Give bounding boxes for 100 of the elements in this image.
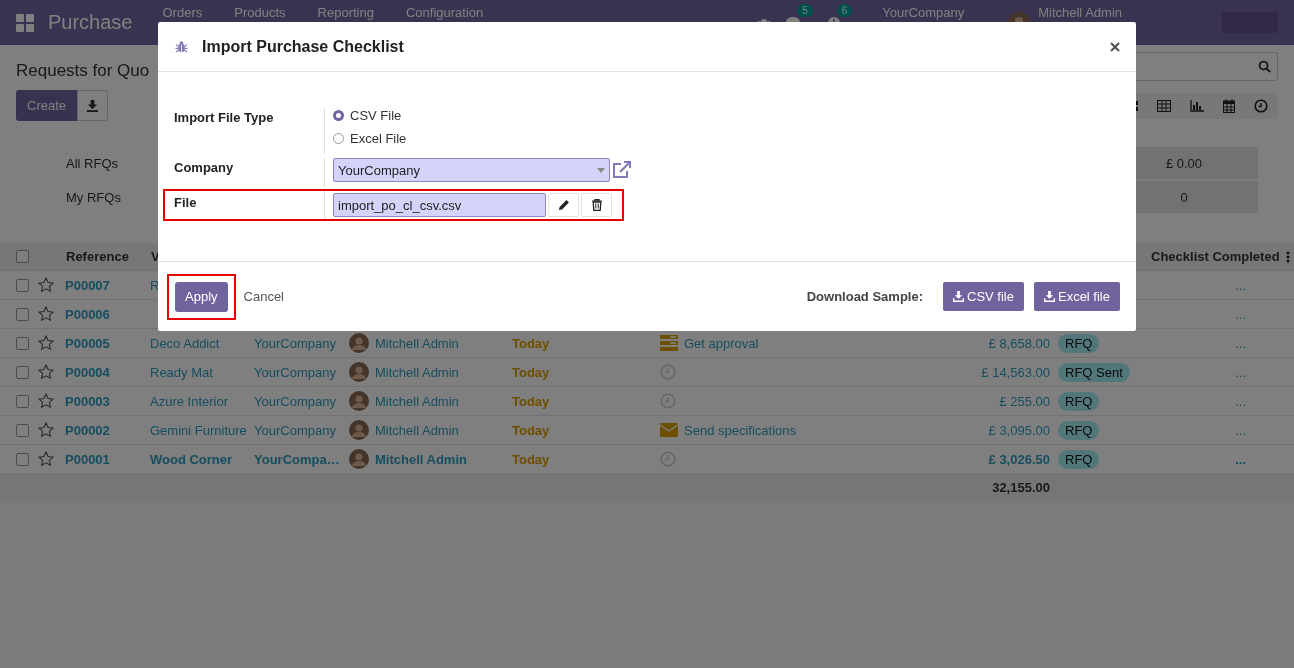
checklist-cell: ... [1235, 335, 1246, 351]
company-cell: YourCompany [254, 364, 336, 380]
apply-button[interactable]: Apply [175, 281, 228, 312]
external-link-icon[interactable] [612, 161, 632, 179]
star-icon[interactable] [38, 422, 54, 438]
row-checkbox[interactable] [15, 423, 29, 437]
user-menu[interactable]: Mitchell Admin [1038, 6, 1122, 20]
menu-item[interactable]: Orders [162, 6, 203, 20]
star-icon[interactable] [38, 306, 54, 322]
row-checkbox[interactable] [15, 307, 29, 321]
buyer-cell: Mitchell Admin [375, 393, 459, 409]
dashboard-label[interactable]: My RFQs [66, 189, 121, 205]
reference-cell[interactable]: P00002 [62, 422, 147, 438]
avatar [349, 449, 369, 469]
download-sample-button[interactable]: CSV file [943, 282, 1024, 311]
status-badge: RFQ [1058, 333, 1100, 353]
radio-button[interactable] [333, 110, 344, 121]
menu-item[interactable]: Reporting [317, 6, 374, 20]
date-cell-text: Today [511, 335, 550, 351]
reference-cell[interactable]: P00005 [62, 335, 147, 351]
reference-cell[interactable]: P00001 [62, 451, 147, 467]
star-icon[interactable] [38, 335, 54, 351]
app-name[interactable]: Purchase [48, 11, 133, 34]
create-button[interactable]: Create [16, 90, 78, 121]
vendor-cell: Azure Interior [150, 393, 229, 409]
vendor-cell: Gemini Furniture [150, 422, 247, 438]
date-cell-text: Today [511, 422, 550, 438]
star-icon[interactable] [38, 393, 54, 409]
total-amount: 32,155.00 [992, 480, 1050, 495]
star-icon[interactable] [38, 451, 54, 467]
approval-activity-icon[interactable] [660, 335, 678, 351]
close-icon[interactable] [1110, 41, 1120, 52]
calendar-view-icon[interactable] [1223, 99, 1235, 113]
company-cell: YourCompany [254, 393, 336, 409]
amount-cell: £ 3,095.00 [988, 422, 1050, 438]
checklist-cell: ... [1235, 364, 1246, 380]
column-options-icon[interactable] [1285, 250, 1290, 263]
checklist-cell: ... [1235, 422, 1246, 438]
star-icon[interactable] [38, 277, 54, 293]
status-badge: RFQ Sent [1058, 362, 1130, 382]
activity-view-icon[interactable] [1254, 99, 1268, 113]
file-field[interactable]: import_po_cl_csv.csv [333, 193, 546, 217]
checklist-cell: ... [1235, 306, 1246, 322]
dashboard-label[interactable]: All RFQs [66, 155, 118, 171]
status-badge: RFQ [1058, 391, 1100, 411]
vendor-cell: R [150, 277, 160, 293]
envelope-icon[interactable] [660, 423, 678, 437]
company-cell: YourCompany [254, 335, 336, 351]
chart-view-icon[interactable] [1190, 100, 1204, 112]
amount-cell: £ 14,563.00 [981, 364, 1050, 380]
radio-label[interactable]: Excel File [350, 131, 407, 146]
status-badge: RFQ [1058, 420, 1100, 440]
field-label: Import File Type [173, 109, 275, 127]
menu-item[interactable]: Products [234, 6, 286, 20]
select-all-checkbox[interactable] [15, 250, 29, 263]
download-button[interactable] [77, 90, 109, 121]
activity-count-badge: 6 [836, 3, 853, 17]
search-icon[interactable] [1258, 60, 1271, 73]
company-select[interactable]: YourCompany [333, 158, 610, 182]
menu-item[interactable]: Configuration [405, 6, 484, 20]
vendor-cell: Deco Addict [150, 335, 220, 351]
avatar [349, 420, 369, 440]
company-cell: YourCompany [254, 422, 336, 438]
bug-icon [175, 40, 188, 53]
caret-icon [597, 167, 605, 173]
date-cell-text: Today [511, 393, 550, 409]
star-icon[interactable] [38, 364, 54, 380]
table-view-icon[interactable] [1157, 100, 1171, 112]
download-icon [953, 291, 964, 302]
row-checkbox[interactable] [15, 278, 29, 292]
row-checkbox[interactable] [15, 394, 29, 408]
cancel-button[interactable]: Cancel [243, 289, 284, 304]
checklist-cell: ... [1235, 393, 1246, 409]
download-icon [86, 99, 100, 112]
column-header[interactable]: Reference [62, 249, 147, 264]
column-header[interactable]: Checklist Completed [1151, 249, 1280, 264]
reference-cell[interactable]: P00007 [62, 277, 147, 293]
checklist-cell: ... [1235, 451, 1246, 467]
field-label: File [173, 194, 198, 212]
reference-cell[interactable]: P00006 [62, 306, 147, 322]
apps-menu-icon[interactable] [16, 13, 34, 32]
delete-button[interactable] [581, 193, 612, 217]
page-title: Requests for Quo [16, 61, 150, 81]
reference-cell[interactable]: P00003 [62, 393, 147, 409]
row-checkbox[interactable] [15, 336, 29, 350]
vendor-cell: Wood Corner [150, 451, 233, 467]
pencil-icon [557, 199, 570, 211]
radio-label[interactable]: CSV File [350, 108, 402, 123]
date-cell-text: Today [511, 364, 550, 380]
activity-summary[interactable]: Send specifications [684, 422, 796, 438]
reference-cell[interactable]: P00004 [62, 364, 147, 380]
edit-button[interactable] [548, 193, 579, 217]
dialog-title: Import Purchase Checklist [202, 37, 404, 56]
row-checkbox[interactable] [15, 365, 29, 379]
amount-cell: £ 255.00 [999, 393, 1050, 409]
company-switcher[interactable]: YourCompany [882, 6, 965, 20]
activity-summary[interactable]: Get approval [684, 335, 759, 351]
avatar [349, 391, 369, 411]
download-sample-button[interactable]: Excel file [1033, 282, 1120, 311]
row-checkbox[interactable] [15, 452, 29, 466]
